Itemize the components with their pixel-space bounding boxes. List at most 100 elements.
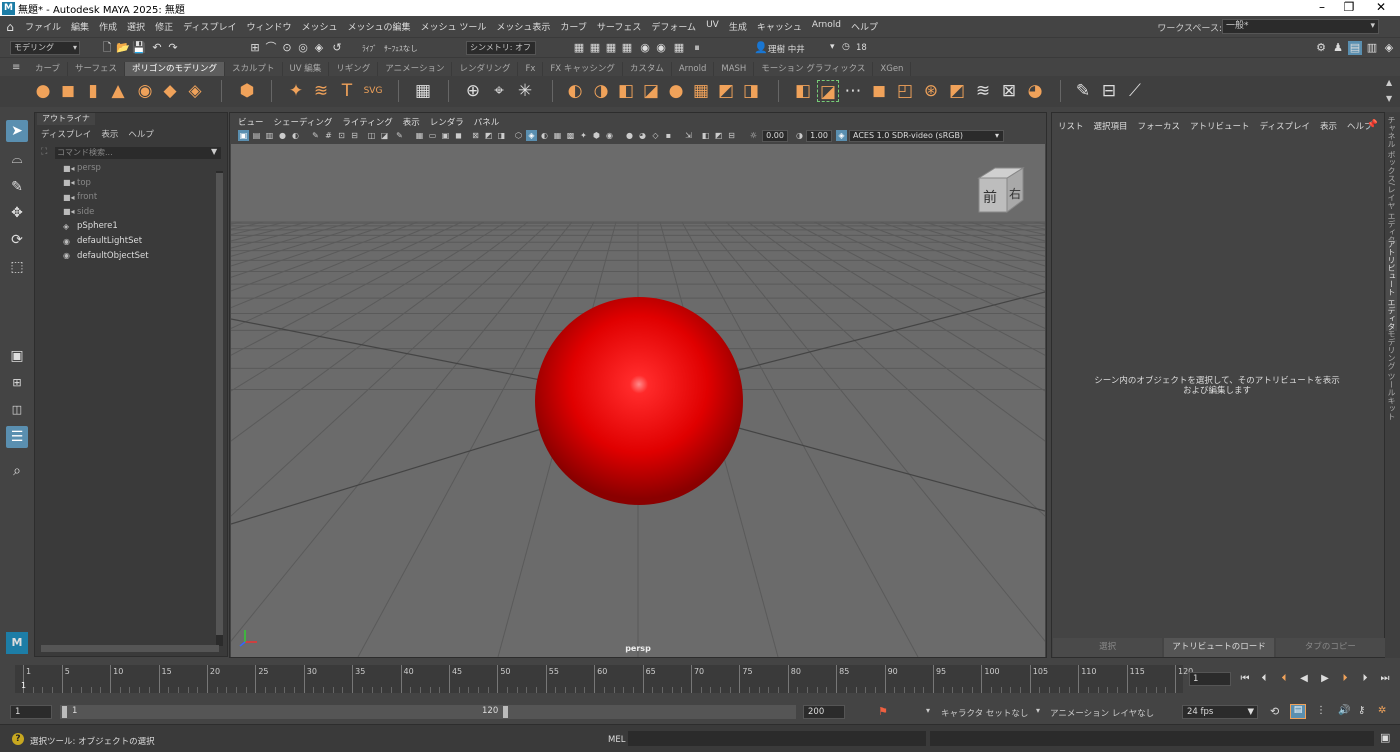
paint-select-icon[interactable]: ✎ xyxy=(6,176,28,198)
character-set-select[interactable]: キャラクタ セットなし xyxy=(941,707,1028,719)
viewcube[interactable]: 前 右 xyxy=(977,167,1025,213)
xray-icon[interactable]: ◨ xyxy=(496,130,507,141)
freeze-transform-icon[interactable]: ⌖ xyxy=(488,80,510,102)
boolean-icon[interactable]: ◪ xyxy=(640,80,662,102)
ambient-occlusion-icon[interactable]: ◈ xyxy=(526,130,537,141)
filter-icon[interactable]: ⛶ xyxy=(41,147,47,157)
red-sphere[interactable] xyxy=(535,297,743,505)
menu-item[interactable]: 選択 xyxy=(122,20,150,33)
shelf-tab[interactable]: FX キャッシング xyxy=(543,62,623,76)
connect-icon[interactable]: ◕ xyxy=(1024,80,1046,102)
shelf-tab[interactable]: モーション グラフィックス xyxy=(754,62,874,76)
snap-view-icon[interactable]: ◎ xyxy=(296,41,310,55)
command-input[interactable] xyxy=(628,731,926,746)
bevel-icon[interactable]: ⋯ xyxy=(842,80,864,102)
field-chart-icon[interactable]: ◪ xyxy=(379,130,390,141)
extract-icon[interactable]: ◧ xyxy=(615,80,637,102)
menu-item[interactable]: 編集 xyxy=(66,20,94,33)
chevron-down-icon[interactable]: ▼ xyxy=(211,147,217,156)
move-tool-icon[interactable]: ✥ xyxy=(6,202,28,224)
outliner-menu-item[interactable]: ヘルプ xyxy=(128,128,154,140)
menu-item[interactable]: UV xyxy=(701,20,724,33)
attribute-menu-item[interactable]: アトリビュート xyxy=(1190,120,1250,132)
shelf-tab[interactable]: カスタム xyxy=(623,62,672,76)
cache-playback-icon[interactable]: ▤ xyxy=(1290,704,1306,719)
shelf-tab[interactable]: リギング xyxy=(329,62,379,76)
viewport-menu-item[interactable]: レンダラ xyxy=(430,116,464,128)
gamma-field[interactable]: 1.00 xyxy=(806,130,832,142)
attribute-menu-item[interactable]: 選択項目 xyxy=(1094,120,1128,132)
safe-action-icon[interactable]: ✎ xyxy=(394,130,405,141)
shelf-scroll-down-icon[interactable]: ▼ xyxy=(1386,94,1392,103)
gate-mask-icon[interactable]: ◫ xyxy=(366,130,377,141)
redo-icon[interactable]: ↷ xyxy=(166,41,180,55)
2d-pan-zoom-icon[interactable]: ◐ xyxy=(290,130,301,141)
new-scene-icon[interactable]: 🗋 xyxy=(100,41,114,55)
pin-icon[interactable]: 📌 xyxy=(1367,120,1378,130)
hypershade-icon[interactable]: ◉ xyxy=(638,41,652,55)
outliner-menu-item[interactable]: ディスプレイ xyxy=(41,128,91,140)
shelf-tab[interactable]: Fx xyxy=(518,62,544,76)
side-tab[interactable]: アトリビュート エディタ xyxy=(1386,240,1397,331)
type-icon[interactable]: T xyxy=(336,80,358,102)
loop-icon[interactable]: ⟲ xyxy=(1270,705,1279,718)
bridge-icon[interactable]: ◪ xyxy=(817,80,839,102)
menu-item[interactable]: メッシュ xyxy=(296,20,342,33)
character-controls-icon[interactable]: ♟ xyxy=(1331,41,1345,55)
scale-tool-icon[interactable]: ⬚ xyxy=(6,256,28,278)
ipr-render-icon[interactable]: ▦ xyxy=(604,41,618,55)
home-icon[interactable]: ⌂ xyxy=(0,20,20,34)
snap-point-icon[interactable]: ⊙ xyxy=(280,41,294,55)
attribute-menu-item[interactable]: リスト xyxy=(1058,120,1084,132)
script-language-toggle[interactable]: MEL xyxy=(608,735,625,745)
outliner-item[interactable]: ■◂ persp xyxy=(63,163,101,173)
reduce-icon[interactable]: ▦ xyxy=(690,80,712,102)
outliner-tab[interactable]: アウトライナ xyxy=(37,113,95,125)
menuset-select[interactable]: モデリング ▾ xyxy=(10,41,80,55)
user-name[interactable]: 理樹 中井 xyxy=(768,43,805,55)
selection-highlight-icon[interactable]: ⇲ xyxy=(683,130,694,141)
play-forwards-icon[interactable]: ▶ xyxy=(1318,672,1332,686)
smooth-shade-icon[interactable]: ▭ xyxy=(427,130,438,141)
film-gate-icon[interactable]: ⊡ xyxy=(336,130,347,141)
live-surface-value[interactable]: ｻｰﾌｪｽなし xyxy=(384,43,418,54)
grid-toggle-icon[interactable]: # xyxy=(323,130,334,141)
bookmarks-icon[interactable]: ▥ xyxy=(264,130,275,141)
gamma-icon[interactable]: ◑ xyxy=(794,130,805,141)
viewport-menu-item[interactable]: 表示 xyxy=(403,116,420,128)
shelf-tab[interactable]: Arnold xyxy=(672,62,715,76)
select-tool-icon[interactable]: ➤ xyxy=(6,120,28,142)
frame-all-icon[interactable]: ◩ xyxy=(713,130,724,141)
outliner-item[interactable]: ■◂ top xyxy=(63,178,91,188)
snap-grid-icon[interactable]: ⊞ xyxy=(248,41,262,55)
isolate-view-icon[interactable]: ◧ xyxy=(700,130,711,141)
menu-item[interactable]: メッシュ表示 xyxy=(491,20,555,33)
menu-item[interactable]: Arnold xyxy=(807,20,846,33)
xray-joints-icon[interactable]: ⬡ xyxy=(513,130,524,141)
menu-item[interactable]: デフォーム xyxy=(646,20,701,33)
motion-blur-icon[interactable]: ◐ xyxy=(539,130,550,141)
anim-layer-select[interactable]: アニメーション レイヤなし xyxy=(1050,707,1154,719)
exposure-icon[interactable]: ☼ xyxy=(748,130,759,141)
attribute-editor-button[interactable]: アトリビュートのロード xyxy=(1164,638,1274,657)
search-icon[interactable]: ⌕ xyxy=(6,460,28,482)
all-lights-icon[interactable]: ◇ xyxy=(650,130,661,141)
combine-icon[interactable]: ◐ xyxy=(564,80,586,102)
shelf-scroll-up-icon[interactable]: ▲ xyxy=(1386,78,1392,87)
multisample-aa-icon[interactable]: ▦ xyxy=(552,130,563,141)
viewport-menu-item[interactable]: パネル xyxy=(474,116,500,128)
default-light-icon[interactable]: ◕ xyxy=(637,130,648,141)
menu-item[interactable]: 生成 xyxy=(724,20,752,33)
poly-cube-icon[interactable]: ◼ xyxy=(57,80,79,102)
outliner-layout-icon[interactable]: ☰ xyxy=(6,426,28,448)
step-back-frame-icon[interactable]: ⏴ xyxy=(1257,672,1271,686)
four-pane-layout-icon[interactable]: ⊞ xyxy=(6,372,28,394)
menu-item[interactable]: サーフェス xyxy=(592,20,646,33)
attribute-menu-item[interactable]: フォーカス xyxy=(1138,120,1181,132)
3d-viewport[interactable]: 前 右 persp xyxy=(231,144,1045,657)
separate-icon[interactable]: ◑ xyxy=(590,80,612,102)
menu-item[interactable]: ファイル xyxy=(20,20,66,33)
help-icon[interactable]: ? xyxy=(12,733,24,745)
chevron-down-icon[interactable]: ▾ xyxy=(926,706,930,715)
remesh-icon[interactable]: ◨ xyxy=(740,80,762,102)
